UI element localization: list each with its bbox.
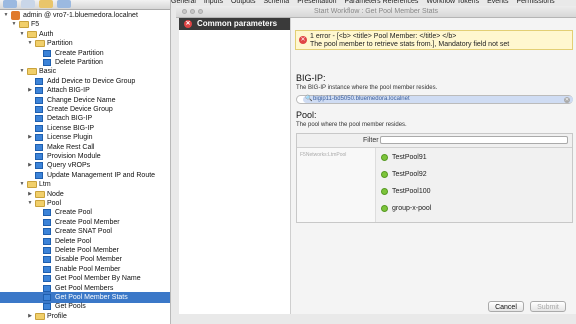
main-area: General Inputs Outputs Schema Presentation Pa… — [171, 0, 576, 324]
tab-inputs[interactable]: Inputs — [204, 0, 223, 5]
workflow-icon — [43, 237, 51, 245]
folder-toolbar-icon[interactable] — [39, 0, 53, 8]
pool-item-label: group-x-pool — [392, 205, 432, 212]
pool-item[interactable]: group-x-pool — [376, 201, 572, 216]
chevron-right-icon[interactable]: ▶ — [26, 311, 34, 322]
workflow-icon — [43, 265, 51, 273]
workflow-icon — [43, 303, 51, 311]
dialog-content: ✕ 1 error - [<b> <title> Pool Member: </… — [291, 18, 576, 314]
dialog-footer: Cancel Submit — [291, 296, 576, 314]
pool-item[interactable]: TestPool92 — [376, 167, 572, 182]
workflow-icon — [43, 218, 51, 226]
filter-input[interactable] — [380, 136, 568, 144]
submit-button[interactable]: Submit — [530, 301, 566, 312]
error-icon: ✕ — [184, 20, 192, 28]
pool-type-item[interactable]: F5Networks:LtmPool — [300, 152, 346, 158]
workflow-icon — [35, 171, 43, 179]
workflow-icon — [43, 294, 51, 301]
workflow-icon — [43, 247, 51, 254]
pool-status-icon — [381, 154, 388, 161]
workflow-tree-panel: ▼ admin @ vro7-1.bluemedora.localnet ▼ F5 ▼ A… — [0, 0, 171, 324]
clear-icon[interactable]: ✕ — [564, 97, 570, 103]
pool-status-icon — [381, 171, 388, 178]
error-message-line1: 1 error - [<b> <title> Pool Member: </ti… — [310, 33, 457, 40]
zoom-window-icon[interactable] — [198, 9, 203, 14]
tree-item[interactable]: ▶ Profile — [0, 311, 170, 322]
tab-general[interactable]: General — [171, 0, 196, 5]
pool-item-label: TestPool100 — [392, 188, 431, 195]
dialog-title: Start Workflow : Get Pool Member Stats — [314, 8, 438, 15]
bigip-field[interactable]: 🔍 bigip11-bd5050.bluemedora.localnet ✕ — [296, 95, 573, 104]
tab-schema[interactable]: Schema — [264, 0, 290, 5]
error-icon: ✕ — [299, 36, 307, 44]
pool-status-icon — [381, 188, 388, 195]
workflow-icon — [43, 49, 51, 57]
folder-icon — [35, 190, 45, 198]
workflow-icon — [35, 162, 43, 170]
pool-description: The pool where the pool member resides. — [296, 122, 407, 128]
pool-item-label: TestPool92 — [392, 171, 427, 178]
pool-type-list: F5Networks:LtmPool — [297, 148, 376, 222]
dialog-titlebar: Start Workflow : Get Pool Member Stats — [176, 6, 576, 18]
workflow-icon — [43, 59, 51, 66]
tab-events[interactable]: Events — [487, 0, 508, 5]
minimize-window-icon[interactable] — [190, 9, 195, 14]
workflow-icon — [35, 153, 43, 160]
error-message-line2: The pool member to retrieve stats from.]… — [310, 41, 510, 48]
close-window-icon[interactable] — [182, 9, 187, 14]
folder-icon — [35, 40, 45, 48]
workflow-icon — [35, 143, 43, 151]
folder-icon — [27, 68, 37, 76]
workflow-icon — [43, 275, 51, 283]
pool-item[interactable]: TestPool100 — [376, 184, 572, 199]
tab-permissions[interactable]: Permissions — [516, 0, 554, 5]
nav-item-common-parameters[interactable]: ✕ Common parameters — [179, 18, 290, 30]
bigip-description: The BIG-IP instance where the pool membe… — [296, 85, 438, 91]
folder-icon — [35, 312, 45, 320]
bigip-token[interactable]: 🔍 bigip11-bd5050.bluemedora.localnet — [303, 96, 573, 103]
workflow-icon — [43, 256, 51, 264]
bigip-token-label: bigip11-bd5050.bluemedora.localnet — [313, 96, 410, 102]
pool-item[interactable]: TestPool91 — [376, 150, 572, 165]
error-banner: ✕ 1 error - [<b> <title> Pool Member: </… — [295, 30, 573, 50]
tree-toolbar — [0, 0, 170, 10]
workflow-icon — [35, 106, 43, 113]
workflow-icon — [35, 87, 43, 95]
dialog-step-nav: ✕ Common parameters — [179, 18, 291, 314]
workflow-icon — [35, 124, 43, 132]
workflow-icon — [35, 115, 43, 123]
workflow-icon — [35, 96, 43, 104]
folder-icon — [27, 30, 37, 38]
workflow-icon — [43, 209, 51, 217]
tab-parameters-references[interactable]: Parameters References — [345, 0, 419, 5]
pool-chooser: Filter F5Networks:LtmPool TestPool91 Test… — [296, 133, 573, 223]
home-icon[interactable] — [3, 0, 17, 8]
pool-status-icon — [381, 205, 388, 212]
cancel-button[interactable]: Cancel — [488, 301, 524, 312]
pool-item-label: TestPool91 — [392, 154, 427, 161]
tab-outputs[interactable]: Outputs — [231, 0, 256, 5]
filter-bar: Filter — [297, 134, 572, 148]
search-icon: 🔍 — [305, 96, 313, 102]
workflow-icon — [35, 134, 43, 142]
folder-icon — [27, 181, 37, 189]
tab-presentation[interactable]: Presentation — [297, 0, 336, 5]
filter-label: Filter — [363, 137, 379, 144]
folder-icon — [19, 21, 29, 29]
run-icon[interactable] — [21, 0, 35, 8]
folder-icon — [35, 200, 45, 207]
pool-title: Pool: — [296, 110, 317, 120]
nav-item-label: Common parameters — [197, 19, 278, 28]
workflow-icon — [43, 228, 51, 236]
tree-item-label: Profile — [47, 312, 67, 320]
pool-list: TestPool91 TestPool92 TestPool100 group-x-p… — [376, 148, 572, 222]
workflow-icon — [43, 284, 51, 292]
workflow-toolbar-icon[interactable] — [57, 0, 71, 8]
bigip-title: BIG-IP: — [296, 73, 326, 83]
tab-workflow-tokens[interactable]: Workflow Tokens — [426, 0, 479, 5]
workflow-icon — [35, 77, 43, 85]
